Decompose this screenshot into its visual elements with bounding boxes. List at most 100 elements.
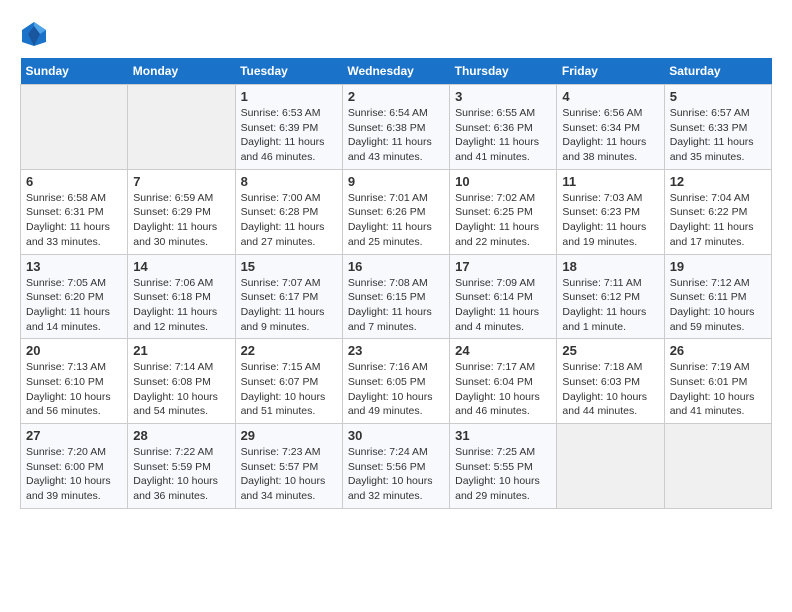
calendar-cell: 30 Sunrise: 7:24 AM Sunset: 5:56 PM Dayli… bbox=[342, 424, 449, 509]
calendar-cell: 12 Sunrise: 7:04 AM Sunset: 6:22 PM Dayli… bbox=[664, 169, 771, 254]
day-info: Sunrise: 7:09 AM Sunset: 6:14 PM Dayligh… bbox=[455, 276, 551, 335]
day-number: 28 bbox=[133, 428, 229, 443]
calendar-cell: 3 Sunrise: 6:55 AM Sunset: 6:36 PM Daylig… bbox=[450, 85, 557, 170]
day-info: Sunrise: 7:15 AM Sunset: 6:07 PM Dayligh… bbox=[241, 360, 337, 419]
calendar-cell bbox=[128, 85, 235, 170]
day-number: 21 bbox=[133, 343, 229, 358]
calendar-cell: 23 Sunrise: 7:16 AM Sunset: 6:05 PM Dayli… bbox=[342, 339, 449, 424]
calendar-cell: 26 Sunrise: 7:19 AM Sunset: 6:01 PM Dayli… bbox=[664, 339, 771, 424]
calendar-cell: 14 Sunrise: 7:06 AM Sunset: 6:18 PM Dayli… bbox=[128, 254, 235, 339]
calendar-cell: 11Sunrise: 7:03 AM Sunset: 6:23 PM Dayli… bbox=[557, 169, 664, 254]
day-info: Sunrise: 7:22 AM Sunset: 5:59 PM Dayligh… bbox=[133, 445, 229, 504]
calendar-cell: 27Sunrise: 7:20 AM Sunset: 6:00 PM Dayli… bbox=[21, 424, 128, 509]
calendar-cell: 13 Sunrise: 7:05 AM Sunset: 6:20 PM Dayli… bbox=[21, 254, 128, 339]
day-number: 25 bbox=[562, 343, 658, 358]
calendar-cell: 21 Sunrise: 7:14 AM Sunset: 6:08 PM Dayli… bbox=[128, 339, 235, 424]
day-number: 8 bbox=[241, 174, 337, 189]
day-info: Sunrise: 7:13 AM Sunset: 6:10 PM Dayligh… bbox=[26, 360, 122, 419]
day-info: Sunrise: 7:16 AM Sunset: 6:05 PM Dayligh… bbox=[348, 360, 444, 419]
day-info: Sunrise: 6:53 AM Sunset: 6:39 PM Dayligh… bbox=[241, 106, 337, 165]
calendar-week-row: 1 Sunrise: 6:53 AM Sunset: 6:39 PM Daylig… bbox=[21, 85, 772, 170]
calendar-cell: 15 Sunrise: 7:07 AM Sunset: 6:17 PM Dayli… bbox=[235, 254, 342, 339]
calendar-cell: 24Sunrise: 7:17 AM Sunset: 6:04 PM Dayli… bbox=[450, 339, 557, 424]
calendar-cell: 10Sunrise: 7:02 AM Sunset: 6:25 PM Dayli… bbox=[450, 169, 557, 254]
day-info: Sunrise: 7:12 AM Sunset: 6:11 PM Dayligh… bbox=[670, 276, 766, 335]
day-info: Sunrise: 6:58 AM Sunset: 6:31 PM Dayligh… bbox=[26, 191, 122, 250]
day-info: Sunrise: 7:23 AM Sunset: 5:57 PM Dayligh… bbox=[241, 445, 337, 504]
day-number: 23 bbox=[348, 343, 444, 358]
calendar-cell: 25Sunrise: 7:18 AM Sunset: 6:03 PM Dayli… bbox=[557, 339, 664, 424]
day-info: Sunrise: 7:06 AM Sunset: 6:18 PM Dayligh… bbox=[133, 276, 229, 335]
weekday-header: Saturday bbox=[664, 58, 771, 85]
day-number: 20 bbox=[26, 343, 122, 358]
day-number: 11 bbox=[562, 174, 658, 189]
calendar-week-row: 13 Sunrise: 7:05 AM Sunset: 6:20 PM Dayli… bbox=[21, 254, 772, 339]
calendar-cell: 20 Sunrise: 7:13 AM Sunset: 6:10 PM Dayli… bbox=[21, 339, 128, 424]
calendar-table: SundayMondayTuesdayWednesdayThursdayFrid… bbox=[20, 58, 772, 509]
calendar-cell: 2 Sunrise: 6:54 AM Sunset: 6:38 PM Daylig… bbox=[342, 85, 449, 170]
day-number: 2 bbox=[348, 89, 444, 104]
calendar-body: 1 Sunrise: 6:53 AM Sunset: 6:39 PM Daylig… bbox=[21, 85, 772, 509]
day-info: Sunrise: 7:02 AM Sunset: 6:25 PM Dayligh… bbox=[455, 191, 551, 250]
weekday-header: Friday bbox=[557, 58, 664, 85]
day-info: Sunrise: 6:56 AM Sunset: 6:34 PM Dayligh… bbox=[562, 106, 658, 165]
calendar-cell: 5 Sunrise: 6:57 AM Sunset: 6:33 PM Daylig… bbox=[664, 85, 771, 170]
day-info: Sunrise: 7:11 AM Sunset: 6:12 PM Dayligh… bbox=[562, 276, 658, 335]
day-info: Sunrise: 7:14 AM Sunset: 6:08 PM Dayligh… bbox=[133, 360, 229, 419]
day-number: 3 bbox=[455, 89, 551, 104]
day-number: 30 bbox=[348, 428, 444, 443]
day-info: Sunrise: 7:04 AM Sunset: 6:22 PM Dayligh… bbox=[670, 191, 766, 250]
day-number: 9 bbox=[348, 174, 444, 189]
day-info: Sunrise: 6:54 AM Sunset: 6:38 PM Dayligh… bbox=[348, 106, 444, 165]
day-number: 31 bbox=[455, 428, 551, 443]
day-number: 6 bbox=[26, 174, 122, 189]
day-number: 13 bbox=[26, 259, 122, 274]
calendar-cell bbox=[557, 424, 664, 509]
day-number: 14 bbox=[133, 259, 229, 274]
day-number: 19 bbox=[670, 259, 766, 274]
calendar-cell: 8Sunrise: 7:00 AM Sunset: 6:28 PM Daylig… bbox=[235, 169, 342, 254]
calendar-cell: 6 Sunrise: 6:58 AM Sunset: 6:31 PM Daylig… bbox=[21, 169, 128, 254]
day-number: 5 bbox=[670, 89, 766, 104]
day-info: Sunrise: 7:19 AM Sunset: 6:01 PM Dayligh… bbox=[670, 360, 766, 419]
page-header bbox=[20, 20, 772, 48]
calendar-cell bbox=[664, 424, 771, 509]
day-info: Sunrise: 7:24 AM Sunset: 5:56 PM Dayligh… bbox=[348, 445, 444, 504]
calendar-cell: 7Sunrise: 6:59 AM Sunset: 6:29 PM Daylig… bbox=[128, 169, 235, 254]
weekday-row: SundayMondayTuesdayWednesdayThursdayFrid… bbox=[21, 58, 772, 85]
calendar-cell: 16Sunrise: 7:08 AM Sunset: 6:15 PM Dayli… bbox=[342, 254, 449, 339]
calendar-header: SundayMondayTuesdayWednesdayThursdayFrid… bbox=[21, 58, 772, 85]
calendar-cell bbox=[21, 85, 128, 170]
day-number: 17 bbox=[455, 259, 551, 274]
day-info: Sunrise: 7:05 AM Sunset: 6:20 PM Dayligh… bbox=[26, 276, 122, 335]
day-number: 22 bbox=[241, 343, 337, 358]
day-number: 29 bbox=[241, 428, 337, 443]
day-number: 1 bbox=[241, 89, 337, 104]
day-info: Sunrise: 7:08 AM Sunset: 6:15 PM Dayligh… bbox=[348, 276, 444, 335]
day-info: Sunrise: 7:07 AM Sunset: 6:17 PM Dayligh… bbox=[241, 276, 337, 335]
day-number: 15 bbox=[241, 259, 337, 274]
calendar-cell: 9 Sunrise: 7:01 AM Sunset: 6:26 PM Daylig… bbox=[342, 169, 449, 254]
day-info: Sunrise: 7:20 AM Sunset: 6:00 PM Dayligh… bbox=[26, 445, 122, 504]
logo-icon bbox=[20, 20, 48, 48]
day-number: 26 bbox=[670, 343, 766, 358]
calendar-week-row: 6 Sunrise: 6:58 AM Sunset: 6:31 PM Daylig… bbox=[21, 169, 772, 254]
weekday-header: Monday bbox=[128, 58, 235, 85]
day-number: 12 bbox=[670, 174, 766, 189]
day-info: Sunrise: 6:59 AM Sunset: 6:29 PM Dayligh… bbox=[133, 191, 229, 250]
calendar-cell: 19 Sunrise: 7:12 AM Sunset: 6:11 PM Dayli… bbox=[664, 254, 771, 339]
day-info: Sunrise: 7:01 AM Sunset: 6:26 PM Dayligh… bbox=[348, 191, 444, 250]
day-info: Sunrise: 7:25 AM Sunset: 5:55 PM Dayligh… bbox=[455, 445, 551, 504]
calendar-cell: 31 Sunrise: 7:25 AM Sunset: 5:55 PM Dayli… bbox=[450, 424, 557, 509]
day-info: Sunrise: 6:57 AM Sunset: 6:33 PM Dayligh… bbox=[670, 106, 766, 165]
day-info: Sunrise: 6:55 AM Sunset: 6:36 PM Dayligh… bbox=[455, 106, 551, 165]
day-number: 4 bbox=[562, 89, 658, 104]
weekday-header: Wednesday bbox=[342, 58, 449, 85]
calendar-cell: 17 Sunrise: 7:09 AM Sunset: 6:14 PM Dayli… bbox=[450, 254, 557, 339]
calendar-cell: 1 Sunrise: 6:53 AM Sunset: 6:39 PM Daylig… bbox=[235, 85, 342, 170]
day-number: 24 bbox=[455, 343, 551, 358]
calendar-cell: 22 Sunrise: 7:15 AM Sunset: 6:07 PM Dayli… bbox=[235, 339, 342, 424]
day-number: 18 bbox=[562, 259, 658, 274]
calendar-cell: 4 Sunrise: 6:56 AM Sunset: 6:34 PM Daylig… bbox=[557, 85, 664, 170]
calendar-week-row: 27Sunrise: 7:20 AM Sunset: 6:00 PM Dayli… bbox=[21, 424, 772, 509]
